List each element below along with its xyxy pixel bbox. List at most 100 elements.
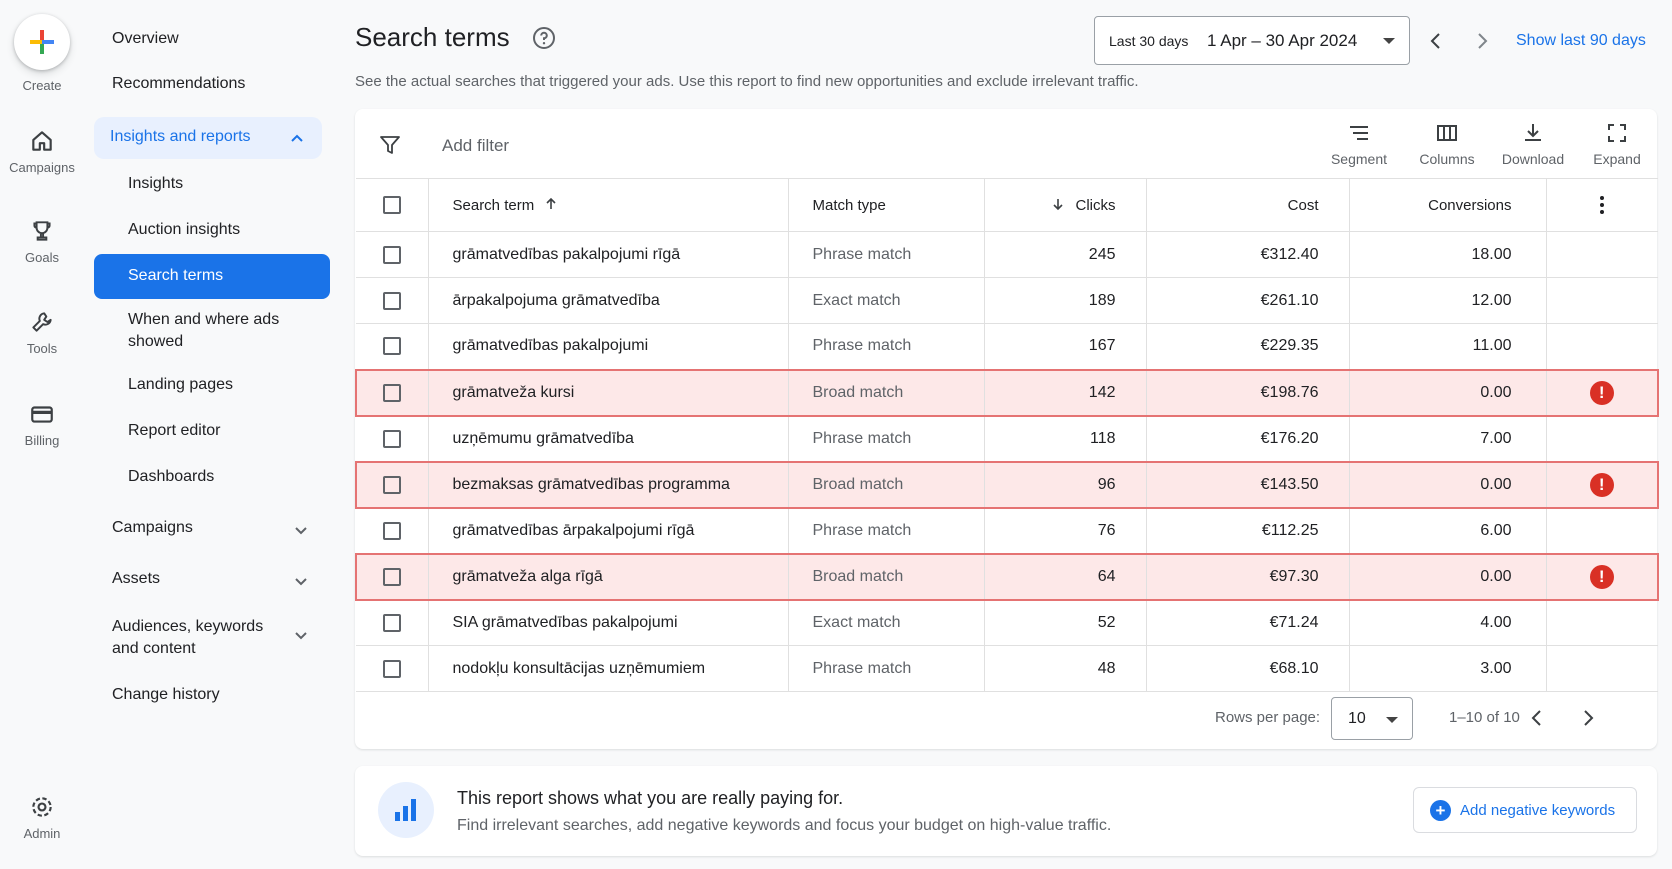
nav-item-search-terms[interactable]: Search terms bbox=[94, 254, 330, 299]
download-button[interactable]: Download bbox=[1499, 121, 1567, 167]
search-term-cell[interactable]: ārpakalpojuma grāmatvedība bbox=[427, 277, 788, 324]
search-term-cell[interactable]: grāmatvedības ārpakalpojumi rīgā bbox=[427, 507, 788, 554]
search-term-cell[interactable]: SIA grāmatvedības pakalpojumi bbox=[427, 599, 788, 646]
nav-item-assets[interactable]: Assets bbox=[112, 570, 160, 588]
warning-icon[interactable]: ! bbox=[1589, 564, 1614, 589]
date-range-value: 1 Apr – 30 Apr 2024 bbox=[1207, 31, 1358, 50]
row-checkbox[interactable] bbox=[383, 475, 402, 494]
chevron-right-icon[interactable] bbox=[1577, 707, 1599, 729]
row-checkbox[interactable] bbox=[382, 659, 401, 678]
search-term-cell[interactable]: grāmatvedības pakalpojumi bbox=[427, 323, 788, 370]
conversions-cell: 7.00 bbox=[1348, 415, 1546, 462]
row-checkbox[interactable] bbox=[382, 291, 401, 310]
nav-item-landing-pages[interactable]: Landing pages bbox=[128, 374, 233, 396]
table-row[interactable]: grāmatveža kursi Broad match 142 €198.76 0.0… bbox=[355, 368, 1659, 417]
table-row[interactable]: grāmatvedības pakalpojumi Phrase match 167… bbox=[356, 323, 1658, 370]
expand-button[interactable]: Expand bbox=[1592, 121, 1642, 167]
table-row[interactable]: SIA grāmatvedības pakalpojumi Exact match… bbox=[356, 599, 1658, 646]
admin-label: Admin bbox=[23, 826, 61, 841]
credit-card-icon bbox=[31, 406, 53, 423]
plus-icon bbox=[30, 30, 54, 54]
help-icon[interactable] bbox=[532, 26, 556, 50]
chevron-left-icon[interactable] bbox=[1526, 707, 1548, 729]
column-header-cost[interactable]: Cost bbox=[1145, 178, 1349, 232]
create-button[interactable] bbox=[14, 14, 70, 70]
row-select-cell bbox=[356, 645, 428, 692]
table-row[interactable]: ārpakalpojuma grāmatvedība Exact match 189… bbox=[356, 277, 1658, 324]
chevron-down-icon[interactable] bbox=[294, 628, 308, 642]
columns-button[interactable]: Columns bbox=[1414, 121, 1480, 167]
search-term-cell[interactable]: bezmaksas grāmatvedības programma bbox=[427, 460, 788, 509]
nav-item-overview[interactable]: Overview bbox=[112, 30, 179, 48]
goals-rail-item[interactable]: Goals bbox=[0, 218, 84, 265]
conversions-cell: 0.00 bbox=[1348, 552, 1546, 601]
nav-item-dashboards[interactable]: Dashboards bbox=[128, 466, 214, 488]
date-range-picker[interactable]: Last 30 days 1 Apr – 30 Apr 2024 bbox=[1094, 16, 1410, 65]
tools-label: Tools bbox=[26, 341, 58, 356]
billing-rail-item[interactable]: Billing bbox=[0, 401, 84, 448]
row-checkbox[interactable] bbox=[382, 521, 401, 540]
campaigns-rail-item[interactable]: Campaigns bbox=[0, 128, 84, 175]
table-row[interactable]: uzņēmumu grāmatvedība Phrase match 118 €176… bbox=[356, 415, 1658, 462]
column-header-search-term[interactable]: Search term bbox=[427, 178, 788, 232]
expand-icon bbox=[1608, 124, 1626, 142]
warning-icon[interactable]: ! bbox=[1589, 472, 1614, 497]
nav-item-change-history[interactable]: Change history bbox=[112, 686, 220, 704]
search-term-cell[interactable]: grāmatveža alga rīgā bbox=[427, 552, 788, 601]
nav-item-audiences-line2: and content bbox=[112, 640, 196, 657]
add-filter-input[interactable]: Add filter bbox=[442, 136, 509, 156]
segment-button[interactable]: Segment bbox=[1328, 121, 1390, 167]
search-term-cell[interactable]: nodokļu konsultācijas uzņēmumiem bbox=[427, 645, 788, 692]
search-terms-card: Add filter Segment Columns Download Expa… bbox=[355, 109, 1659, 749]
row-checkbox[interactable] bbox=[383, 383, 402, 402]
nav-item-report-editor[interactable]: Report editor bbox=[128, 420, 221, 442]
nav-item-when-where[interactable]: When and where ads showed bbox=[128, 309, 279, 353]
admin-rail-item[interactable]: Admin bbox=[0, 794, 84, 841]
select-all-checkbox[interactable] bbox=[382, 196, 401, 214]
nav-item-when-where-line1: When and where ads bbox=[128, 311, 280, 328]
column-header-clicks[interactable]: Clicks bbox=[983, 178, 1146, 232]
column-header-match-type[interactable]: Match type bbox=[787, 178, 984, 232]
search-term-cell[interactable]: grāmatveža kursi bbox=[427, 368, 788, 417]
nav-item-audiences[interactable]: Audiences, keywords and content bbox=[112, 616, 263, 660]
nav-item-insights[interactable]: Insights bbox=[128, 173, 183, 195]
rows-per-page-select[interactable]: 10 bbox=[1331, 697, 1413, 740]
search-term-cell[interactable]: uzņēmumu grāmatvedība bbox=[427, 415, 788, 462]
chevron-right-icon[interactable] bbox=[1470, 29, 1494, 53]
nav-item-campaigns[interactable]: Campaigns bbox=[112, 519, 193, 537]
sidebar-nav: Overview Recommendations Insights and re… bbox=[84, 0, 332, 869]
row-checkbox[interactable] bbox=[382, 337, 401, 356]
chevron-down-icon[interactable] bbox=[294, 523, 308, 537]
search-term-cell[interactable]: grāmatvedības pakalpojumi rīgā bbox=[427, 231, 788, 278]
chevron-left-icon[interactable] bbox=[1424, 29, 1448, 53]
table-row[interactable]: nodokļu konsultācijas uzņēmumiem Phrase m… bbox=[356, 645, 1658, 692]
table-row[interactable]: grāmatveža alga rīgā Broad match 64 €97.30 0… bbox=[355, 552, 1659, 601]
create-rail-item[interactable]: Create bbox=[0, 14, 84, 93]
download-label: Download bbox=[1501, 151, 1565, 167]
row-select-cell bbox=[355, 368, 428, 417]
row-checkbox[interactable] bbox=[382, 245, 401, 264]
row-checkbox[interactable] bbox=[383, 567, 402, 586]
warning-icon[interactable]: ! bbox=[1589, 380, 1614, 405]
clicks-header-label: Clicks bbox=[1075, 196, 1116, 214]
chevron-up-icon bbox=[291, 134, 303, 142]
table-row[interactable]: bezmaksas grāmatvedības programma Broad m… bbox=[355, 460, 1659, 509]
nav-group-insights-reports[interactable]: Insights and reports bbox=[94, 117, 322, 159]
table-row[interactable]: grāmatvedības pakalpojumi rīgā Phrase mat… bbox=[356, 231, 1658, 278]
nav-item-auction-insights[interactable]: Auction insights bbox=[128, 219, 240, 241]
column-header-conversions[interactable]: Conversions bbox=[1348, 178, 1546, 232]
table-row[interactable]: grāmatvedības ārpakalpojumi rīgā Phrase m… bbox=[356, 507, 1658, 554]
nav-group-label: Insights and reports bbox=[110, 128, 251, 145]
row-checkbox[interactable] bbox=[382, 613, 401, 632]
row-checkbox[interactable] bbox=[382, 429, 401, 448]
nav-item-recommendations[interactable]: Recommendations bbox=[112, 75, 245, 93]
chevron-down-icon[interactable] bbox=[294, 574, 308, 588]
filter-icon[interactable] bbox=[379, 134, 401, 156]
match-type-cell: Phrase match bbox=[787, 231, 984, 278]
show-last-90-days-link[interactable]: Show last 90 days bbox=[1516, 32, 1646, 50]
more-vert-icon[interactable] bbox=[1600, 196, 1605, 214]
add-negative-keywords-button[interactable]: + Add negative keywords bbox=[1413, 787, 1637, 833]
tools-rail-item[interactable]: Tools bbox=[0, 309, 84, 356]
clicks-cell: 48 bbox=[983, 645, 1146, 692]
flag-cell bbox=[1545, 599, 1658, 646]
